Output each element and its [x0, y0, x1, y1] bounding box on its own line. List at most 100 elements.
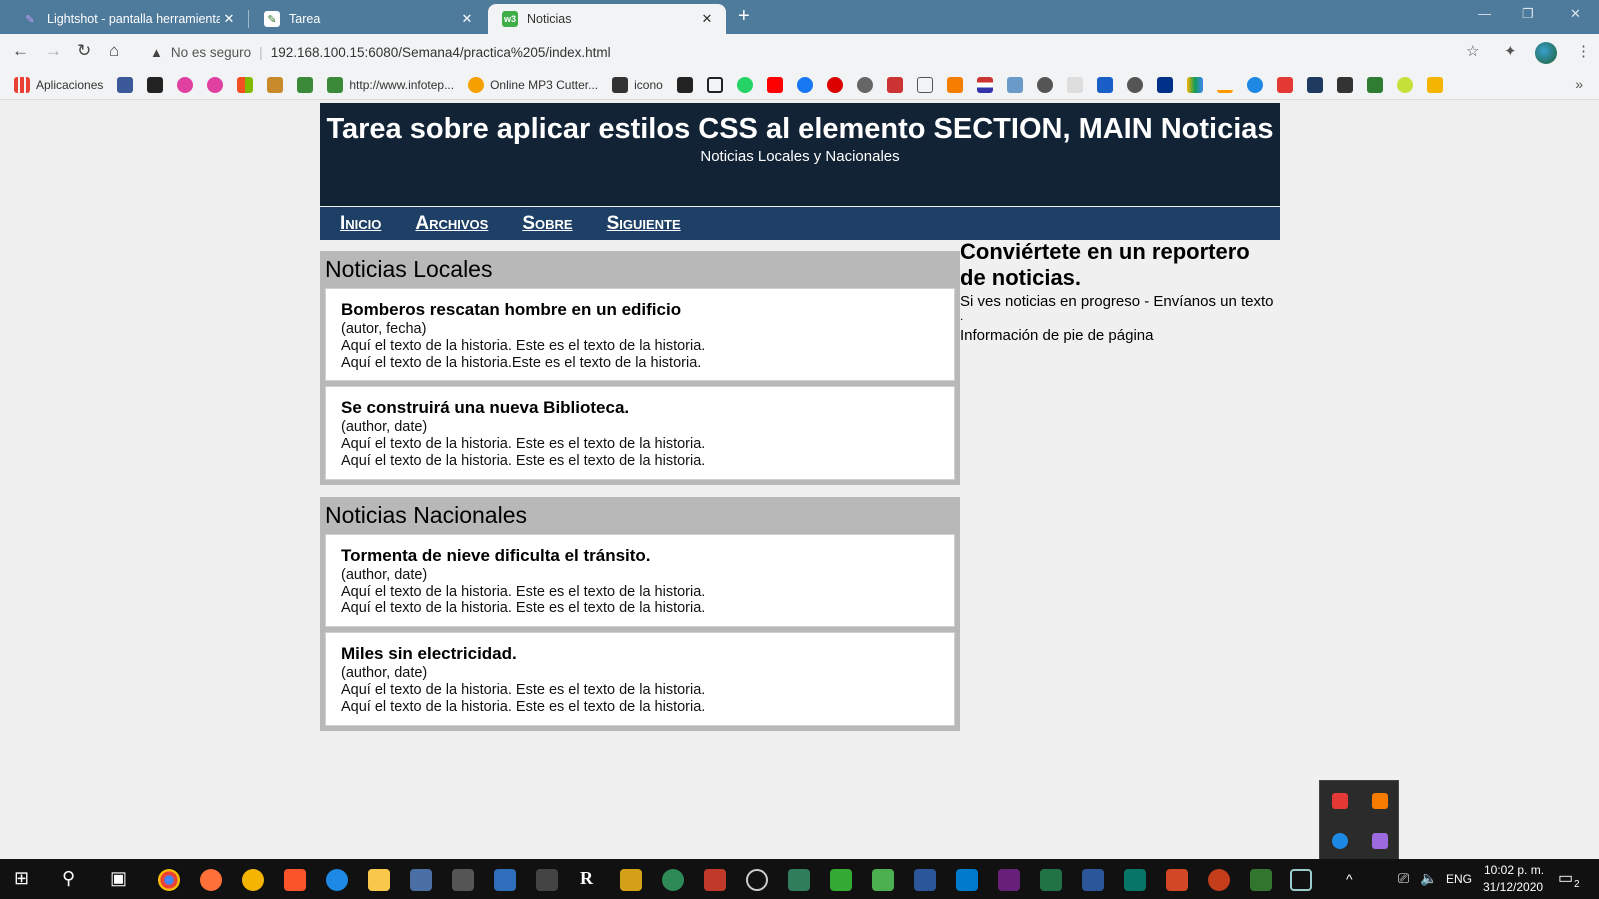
tab-tarea[interactable]: ✎ Tarea ✕	[250, 4, 486, 34]
bookmark-item[interactable]	[207, 76, 224, 93]
bookmark-item[interactable]	[1096, 76, 1113, 93]
bookmark-item[interactable]	[1306, 76, 1323, 93]
bookmark-item[interactable]	[796, 76, 813, 93]
word-icon[interactable]	[1082, 869, 1104, 891]
back-button[interactable]: ←	[12, 41, 29, 61]
app-icon[interactable]	[704, 869, 726, 891]
bookmark-item[interactable]	[117, 76, 134, 93]
camtasia-icon[interactable]	[872, 869, 894, 891]
bookmark-item[interactable]	[1246, 76, 1263, 93]
profile-avatar[interactable]	[1535, 42, 1557, 64]
bookmark-item[interactable]	[676, 76, 693, 93]
word-icon[interactable]	[914, 869, 936, 891]
forward-button[interactable]: →	[45, 41, 62, 61]
virtualbox-icon[interactable]	[1290, 869, 1312, 891]
bookmark-item[interactable]	[706, 76, 723, 93]
more-bookmarks-button[interactable]: »	[1575, 76, 1583, 92]
globe-icon[interactable]	[662, 869, 684, 891]
app-icon[interactable]	[788, 869, 810, 891]
project-icon[interactable]	[1250, 869, 1272, 891]
bookmark-item[interactable]	[766, 76, 783, 93]
tray-chevron-icon[interactable]: ^	[1346, 871, 1353, 887]
feather-icon[interactable]	[1372, 833, 1388, 849]
bookmark-item[interactable]	[1216, 77, 1233, 93]
bookmark-item[interactable]	[237, 76, 254, 93]
bookmark-item[interactable]	[267, 76, 284, 93]
bookmark-item[interactable]	[1426, 76, 1443, 93]
teamviewer-icon[interactable]	[1332, 833, 1348, 849]
bookmark-infotep[interactable]: http://www.infotep...	[327, 76, 454, 93]
bookmark-item[interactable]	[856, 76, 873, 93]
bookmark-item[interactable]	[1036, 76, 1053, 93]
obs-icon[interactable]	[746, 869, 768, 891]
windows-start-icon[interactable]: ⊞	[14, 868, 29, 889]
bookmark-item[interactable]	[1366, 76, 1383, 93]
nav-link-archivos[interactable]: Archivos	[415, 213, 488, 235]
bookmark-item[interactable]	[1276, 76, 1293, 93]
close-window-button[interactable]: ✕	[1570, 6, 1581, 22]
task-view-icon[interactable]: ▣	[110, 868, 127, 889]
bookmark-item[interactable]	[946, 76, 963, 93]
chrome-icon[interactable]	[158, 869, 180, 891]
browser-icon[interactable]	[242, 869, 264, 891]
app-icon[interactable]	[494, 869, 516, 891]
tab-lightshot[interactable]: ✎ Lightshot - pantalla herramienta ✕	[8, 4, 248, 34]
tab-close-icon[interactable]: ✕	[698, 11, 716, 27]
bookmark-item[interactable]	[297, 76, 314, 93]
firefox-icon[interactable]	[200, 869, 222, 891]
powerpoint-icon[interactable]	[1208, 869, 1230, 891]
new-tab-button[interactable]: +	[738, 5, 750, 28]
home-button[interactable]: ⌂	[109, 41, 119, 61]
volume-icon[interactable]: 🔈	[1420, 870, 1437, 887]
bookmark-item[interactable]	[177, 76, 194, 93]
language-indicator[interactable]: ENG	[1446, 872, 1472, 886]
star-icon[interactable]: ☆	[1466, 42, 1479, 60]
bookmark-mp3-cutter[interactable]: Online MP3 Cutter...	[468, 76, 598, 93]
extensions-icon[interactable]: ✦	[1504, 42, 1517, 60]
trophy-icon[interactable]	[620, 869, 642, 891]
search-icon[interactable]: ⚲	[62, 868, 75, 889]
minimize-button[interactable]: —	[1478, 6, 1491, 21]
app-icon[interactable]	[410, 869, 432, 891]
tray-app-icon[interactable]	[1372, 793, 1388, 809]
excel-icon[interactable]	[1040, 869, 1062, 891]
edge-icon[interactable]	[326, 869, 348, 891]
restore-button[interactable]: ❐	[1522, 6, 1534, 22]
bookmark-item[interactable]	[976, 76, 993, 93]
clock-time[interactable]: 10:02 p. m.	[1484, 863, 1544, 877]
powerpoint-icon[interactable]	[1166, 869, 1188, 891]
bookmark-item[interactable]	[1336, 76, 1353, 93]
nav-link-inicio[interactable]: Inicio	[340, 213, 381, 235]
shield-icon[interactable]	[452, 869, 474, 891]
tab-close-icon[interactable]: ✕	[458, 11, 476, 27]
tab-close-icon[interactable]: ✕	[220, 11, 238, 27]
tray-app-icon[interactable]	[1332, 793, 1348, 809]
reload-button[interactable]: ↻	[77, 41, 91, 61]
publisher-icon[interactable]	[1124, 869, 1146, 891]
nav-link-siguiente[interactable]: Siguiente	[607, 213, 681, 235]
nav-link-sobre[interactable]: Sobre	[522, 213, 572, 235]
bookmark-item[interactable]	[1186, 76, 1203, 93]
bookmark-item[interactable]	[736, 76, 753, 93]
notifications-icon[interactable]: ▭	[1558, 868, 1573, 888]
brave-icon[interactable]	[284, 869, 306, 891]
address-bar[interactable]: ▲ No es seguro | 192.168.100.15:6080/Sem…	[140, 38, 1480, 66]
menu-icon[interactable]: ⋮	[1576, 42, 1591, 60]
r-language-icon[interactable]: R	[580, 868, 593, 889]
bookmark-item[interactable]	[147, 76, 164, 93]
tab-noticias[interactable]: w3 Noticias ✕	[488, 4, 726, 34]
bookmark-icono[interactable]: icono	[612, 76, 663, 93]
clock-date[interactable]: 31/12/2020	[1483, 880, 1543, 894]
vscode-icon[interactable]	[956, 869, 978, 891]
bookmark-item[interactable]	[1126, 76, 1143, 93]
network-icon[interactable]: ⎚	[1398, 870, 1409, 887]
bookmark-item[interactable]	[1006, 76, 1023, 93]
url-text[interactable]: 192.168.100.15:6080/Semana4/practica%205…	[271, 45, 611, 60]
bookmark-item[interactable]	[1396, 76, 1413, 93]
visual-studio-icon[interactable]	[998, 869, 1020, 891]
app-icon[interactable]	[830, 869, 852, 891]
phone-icon[interactable]	[536, 869, 558, 891]
bookmark-item[interactable]	[1156, 76, 1173, 93]
bookmark-item[interactable]	[826, 76, 843, 93]
bookmark-item[interactable]	[886, 76, 903, 93]
